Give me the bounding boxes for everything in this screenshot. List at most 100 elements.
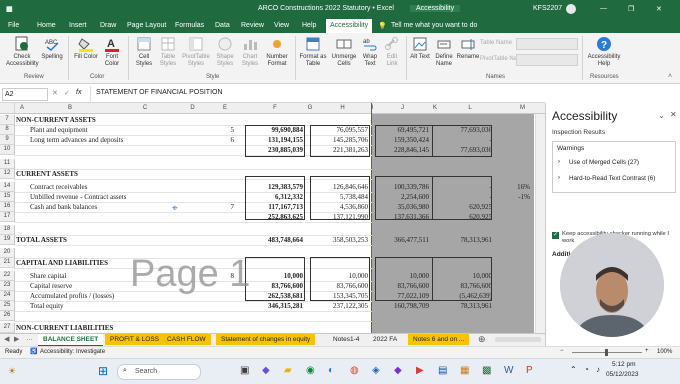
row-label[interactable]: Cash and bank balances <box>30 203 97 211</box>
value-2019[interactable]: 78,313,961 <box>434 236 493 244</box>
warning-item-text-contrast[interactable]: › Hard-to-Read Text Contrast (6) <box>553 174 675 186</box>
row-label[interactable]: Accumulated profits / (losses) <box>30 292 114 300</box>
row-header[interactable]: 12 <box>0 169 15 179</box>
column-header[interactable]: H <box>315 103 371 114</box>
row-header[interactable]: 22 <box>0 271 15 281</box>
edge-icon[interactable]: ◐ <box>328 365 334 376</box>
powerpoint-taskbar-icon[interactable]: P <box>526 365 533 376</box>
function-icon[interactable]: fx <box>76 89 81 96</box>
shape-styles-button[interactable]: Shape Styles <box>213 36 237 68</box>
fill-color-button[interactable]: Fill Color <box>72 36 100 61</box>
spelling-button[interactable]: ABC Spelling <box>40 36 64 61</box>
row-header[interactable]: 16 <box>0 202 15 212</box>
row-header[interactable]: 26 <box>0 311 15 321</box>
row-label[interactable]: Unbilled revenue - Contract assets <box>30 193 126 201</box>
row-label[interactable]: NON-CURRENT ASSETS <box>16 116 96 124</box>
row-header[interactable]: 25 <box>0 301 15 311</box>
minimize-icon[interactable]: — <box>600 5 607 12</box>
task-view-icon[interactable]: ▣ <box>240 365 249 376</box>
format-as-table-button[interactable]: Format as Table <box>298 36 328 68</box>
row-header[interactable]: 7 <box>0 115 15 125</box>
column-header[interactable]: L <box>440 103 501 114</box>
row-header[interactable]: 24 <box>0 291 15 301</box>
pane-options-icon[interactable]: ⌄ <box>658 111 665 120</box>
row-header[interactable]: 17 <box>0 212 15 222</box>
note-ref[interactable]: 6 <box>222 136 235 144</box>
teams-icon[interactable]: ◆ <box>262 365 270 376</box>
taskbar-search[interactable]: ⌕ Search <box>117 364 201 380</box>
app-icon[interactable]: ◆ <box>394 365 402 376</box>
more-sheets-icon[interactable]: … <box>26 335 33 342</box>
tab-formulas[interactable]: Formulas <box>175 22 204 29</box>
tell-me-search[interactable]: Tell me what you want to do <box>391 22 477 29</box>
variance-pct[interactable]: 16% <box>505 183 530 191</box>
number-format-button[interactable]: Number Format <box>263 36 291 68</box>
edit-link-button[interactable]: Edit Link <box>382 36 402 68</box>
volume-icon[interactable]: ♪ <box>596 365 600 374</box>
rename-button[interactable]: Rename <box>456 36 480 61</box>
row-label[interactable]: Capital reserve <box>30 282 72 290</box>
warning-item-merged-cells[interactable]: › Use of Merged Cells (27) <box>553 158 675 170</box>
row-label[interactable]: Long term advances and deposits <box>30 136 123 144</box>
row-label[interactable]: Share capital <box>30 272 66 280</box>
row-header[interactable]: 8 <box>0 125 15 135</box>
value-2021[interactable]: 237,122,305 <box>312 302 368 310</box>
value-2022[interactable]: 483,748,664 <box>247 236 303 244</box>
app-icon[interactable]: ▶ <box>416 365 424 376</box>
keep-running-checkbox[interactable]: ✓ <box>552 232 559 239</box>
row-header[interactable]: 11 <box>0 159 15 169</box>
value-2020[interactable]: 366,477,511 <box>377 236 429 244</box>
select-all-corner[interactable] <box>0 103 15 114</box>
zoom-slider-thumb[interactable] <box>605 349 608 356</box>
table-styles-button[interactable]: Table Styles <box>156 36 180 68</box>
row-label[interactable]: NON-CURRENT LIABILITIES <box>16 324 113 332</box>
column-header[interactable]: B <box>30 103 111 114</box>
tab-insert[interactable]: Insert <box>69 22 87 29</box>
chart-styles-button[interactable]: Chart Styles <box>238 36 262 68</box>
value-2021[interactable]: 358,503,253 <box>312 236 368 244</box>
enter-formula-icon[interactable]: ✓ <box>64 89 70 97</box>
wrap-text-button[interactable]: ab Wrap Text <box>360 36 380 68</box>
note-ref[interactable]: 7 <box>222 203 235 211</box>
sheet-tab-2022-fa[interactable]: 2022 FA <box>368 334 402 345</box>
value-2022[interactable]: 346,315,281 <box>247 302 303 310</box>
check-accessibility-button[interactable]: Check Accessibility <box>6 36 39 68</box>
column-header[interactable]: J <box>375 103 431 114</box>
row-header[interactable]: 10 <box>0 145 15 155</box>
row-header[interactable]: 21 <box>0 258 15 268</box>
row-header[interactable]: 20 <box>0 248 15 258</box>
sheet-tab-notes-1-4[interactable]: Notes1-4 <box>328 334 364 345</box>
row-header[interactable]: 18 <box>0 225 15 235</box>
sheet-tab-notes-6[interactable]: Notes 6 and on ... <box>408 334 470 345</box>
excel-taskbar-icon[interactable]: ▩ <box>482 365 491 376</box>
row-header[interactable]: 15 <box>0 192 15 202</box>
row-label[interactable]: TOTAL ASSETS <box>16 236 67 244</box>
app-icon[interactable]: ▦ <box>460 365 469 376</box>
sheet-tab-profit-loss[interactable]: PROFIT & LOSS <box>105 334 165 345</box>
clock-date[interactable]: 05/12/2023 <box>606 371 639 378</box>
row-label[interactable]: Contract receivables <box>30 183 87 191</box>
column-header[interactable]: D <box>180 103 206 114</box>
name-box[interactable]: A2 <box>2 88 48 101</box>
collapse-ribbon-icon[interactable]: ˄ <box>668 73 672 80</box>
formula-input[interactable]: STATEMENT OF FINANCIAL POSITION <box>96 89 223 96</box>
close-icon[interactable]: ✕ <box>656 5 662 13</box>
unmerge-cells-button[interactable]: Unmerge Cells <box>330 36 358 68</box>
pivottable-styles-button[interactable]: PivotTable Styles <box>180 36 212 68</box>
scroll-left-icon[interactable]: ◀ <box>4 335 9 343</box>
tab-accessibility[interactable]: Accessibility <box>326 19 373 33</box>
font-color-button[interactable]: A Font Color <box>100 36 124 68</box>
cancel-formula-icon[interactable]: ✕ <box>52 89 58 97</box>
scroll-right-icon[interactable]: ▶ <box>14 335 19 343</box>
row-label[interactable]: CURRENT ASSETS <box>16 170 78 178</box>
pane-close-icon[interactable]: ✕ <box>670 110 677 119</box>
tab-view[interactable]: View <box>274 22 289 29</box>
row-label[interactable]: Plant and equipment <box>30 126 88 134</box>
restore-icon[interactable]: ❐ <box>628 5 634 13</box>
zoom-in-icon[interactable]: + <box>645 348 649 354</box>
vertical-scrollbar[interactable] <box>535 114 545 333</box>
accessibility-help-button[interactable]: ? Accessibility Help <box>586 36 622 68</box>
table-name-field[interactable] <box>516 38 578 50</box>
column-header[interactable]: E <box>205 103 246 114</box>
app-icon[interactable]: ▤ <box>438 365 447 376</box>
